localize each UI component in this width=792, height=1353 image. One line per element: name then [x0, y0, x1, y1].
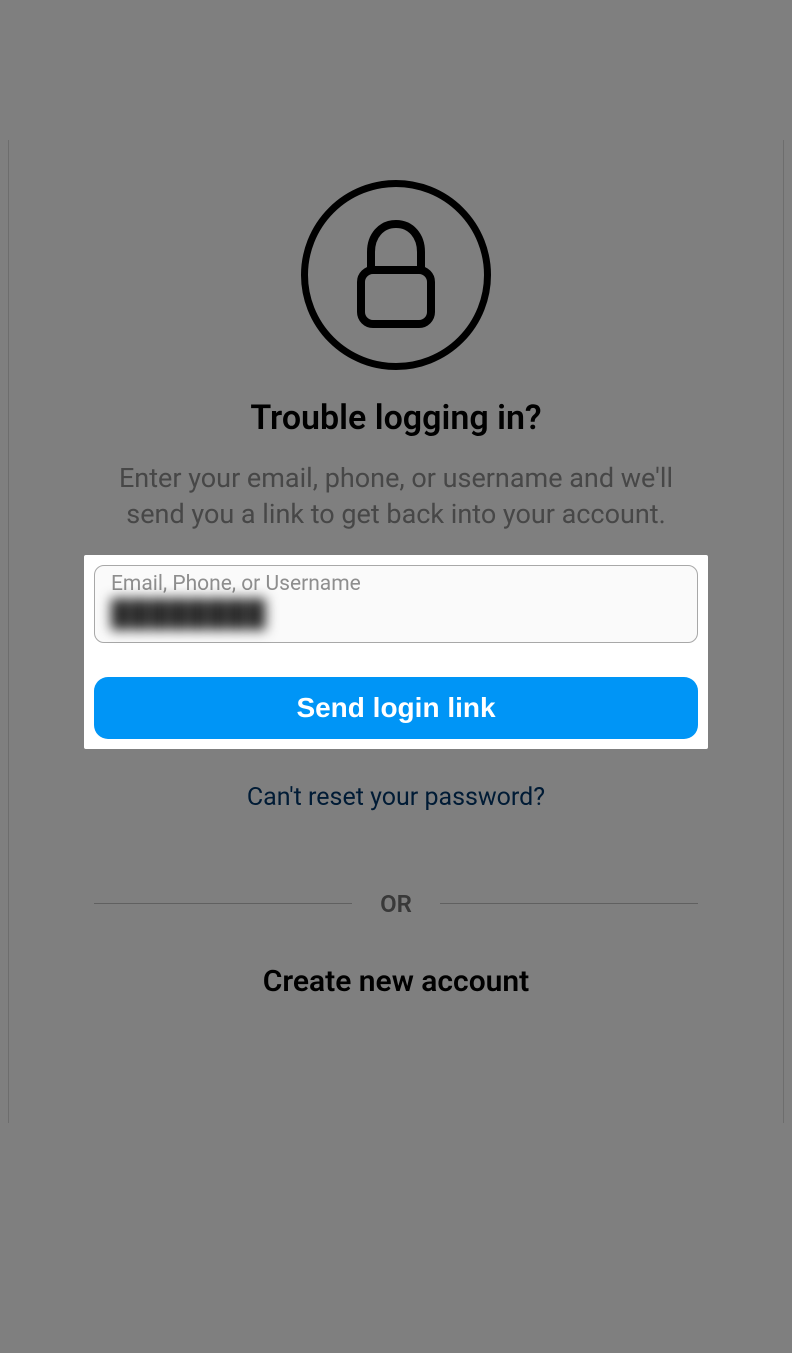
send-login-link-button[interactable]: Send login link — [94, 677, 698, 739]
page-title: Trouble logging in? — [9, 398, 783, 438]
page-subtitle: Enter your email, phone, or username and… — [9, 460, 783, 533]
identifier-input[interactable]: Email, Phone, or Username ████████ — [94, 565, 698, 643]
lock-illustration — [9, 180, 783, 370]
form-highlight: Email, Phone, or Username ████████ Send … — [84, 555, 708, 749]
cant-reset-password-link[interactable]: Can't reset your password? — [9, 783, 783, 812]
divider-line — [94, 903, 352, 904]
identifier-input-value: ████████ — [111, 598, 681, 629]
divider-line — [440, 903, 698, 904]
login-help-panel: Trouble logging in? Enter your email, ph… — [8, 140, 784, 1123]
lock-icon — [351, 220, 441, 330]
lock-circle — [301, 180, 491, 370]
create-new-account-link[interactable]: Create new account — [9, 964, 783, 999]
or-divider: OR — [94, 890, 698, 918]
identifier-input-label: Email, Phone, or Username — [111, 572, 681, 596]
or-text: OR — [352, 890, 440, 918]
